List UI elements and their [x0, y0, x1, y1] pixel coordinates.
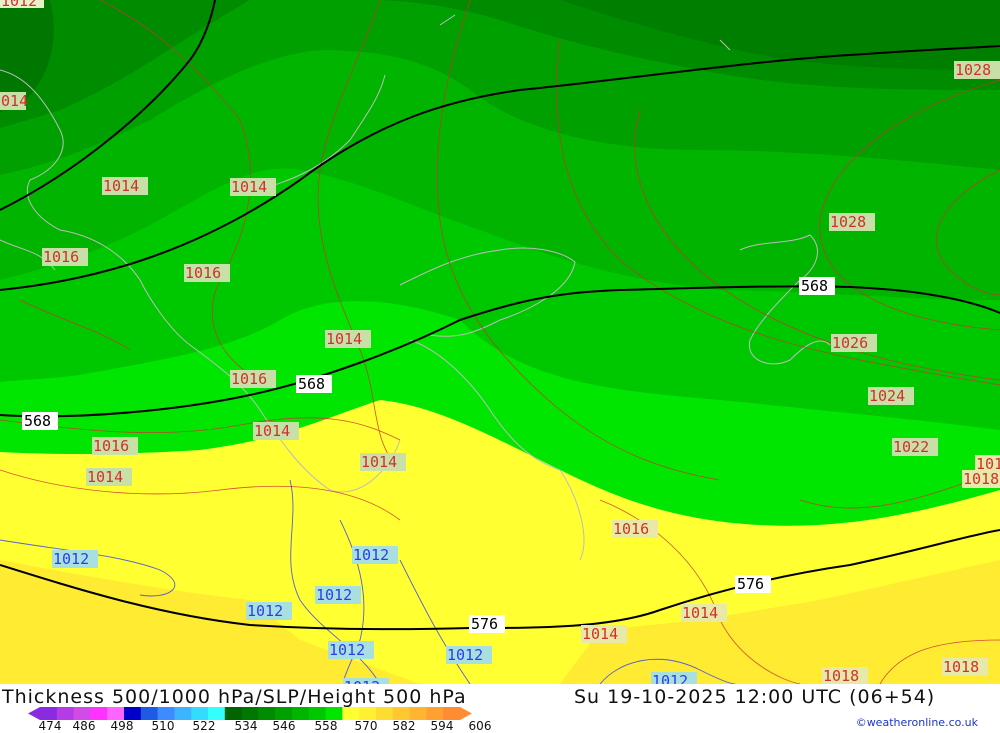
svg-text:1012: 1012 — [1, 0, 37, 10]
svg-text:1014: 1014 — [103, 177, 139, 195]
slp-label: 1014 — [230, 178, 276, 196]
slp-label: 1012 — [328, 641, 374, 659]
slp-label: 1018 — [822, 667, 868, 684]
scale-tick-label: 594 — [430, 719, 454, 733]
scale-tick-label: 510 — [151, 719, 175, 733]
slp-label: 1014 — [253, 422, 299, 440]
svg-text:1028: 1028 — [955, 61, 991, 79]
slp-label: 1016 — [612, 520, 658, 538]
svg-text:1012: 1012 — [53, 550, 89, 568]
slp-label: 1016 — [42, 248, 88, 266]
height-label: 568 — [801, 277, 828, 295]
credit-link[interactable]: ©weatheronline.co.uk — [856, 716, 978, 729]
scale-tick-label: 606 — [468, 719, 492, 733]
slp-label: 1016 — [92, 437, 138, 455]
slp-label: 1012 — [315, 586, 361, 604]
height-label: 568 — [298, 375, 325, 393]
svg-text:1028: 1028 — [830, 213, 866, 231]
scale-tick-label: 534 — [234, 719, 258, 733]
svg-text:1016: 1016 — [231, 370, 267, 388]
scale-tick-label: 474 — [38, 719, 62, 733]
scale-tick-label: 486 — [72, 719, 96, 733]
slp-label: 1014 — [325, 330, 371, 348]
slp-label: 1012 — [52, 550, 98, 568]
slp-label: 1018 — [942, 658, 988, 676]
slp-label: 1012 — [651, 672, 697, 684]
svg-text:1014: 1014 — [326, 330, 362, 348]
slp-label: 1018 — [975, 455, 1000, 473]
svg-text:1018: 1018 — [823, 667, 859, 684]
scale-tick-label: 558 — [314, 719, 338, 733]
slp-label: 1012 — [446, 646, 492, 664]
slp-label: 1028 — [829, 213, 875, 231]
slp-label: 1022 — [892, 438, 938, 456]
thickness-map: 568 568 568 576 576 1012 1014 1014 1014 … — [0, 0, 1000, 684]
svg-text:1014: 1014 — [87, 468, 123, 486]
slp-label: 1014 — [581, 625, 627, 643]
svg-text:1014: 1014 — [361, 453, 397, 471]
map-footer: Thickness 500/1000 hPa/SLP/Height 500 hP… — [0, 684, 1000, 733]
svg-text:1014: 1014 — [0, 92, 28, 110]
svg-text:1016: 1016 — [43, 248, 79, 266]
svg-text:1014: 1014 — [254, 422, 290, 440]
svg-text:1012: 1012 — [353, 546, 389, 564]
svg-text:1012: 1012 — [447, 646, 483, 664]
slp-label: 1016 — [230, 370, 276, 388]
svg-text:1012: 1012 — [316, 586, 352, 604]
svg-text:1022: 1022 — [893, 438, 929, 456]
svg-text:1016: 1016 — [185, 264, 221, 282]
svg-text:1012: 1012 — [329, 641, 365, 659]
scale-tick-label: 498 — [110, 719, 134, 733]
svg-text:1014: 1014 — [582, 625, 618, 643]
scale-tick-label: 582 — [392, 719, 416, 733]
scale-tick-label: 522 — [192, 719, 216, 733]
height-label: 576 — [737, 575, 764, 593]
svg-text:1012: 1012 — [247, 602, 283, 620]
svg-text:1018: 1018 — [976, 455, 1000, 473]
height-label: 576 — [471, 615, 498, 633]
slp-label: 1026 — [831, 334, 877, 352]
slp-label: 1028 — [954, 61, 1000, 79]
map-valid-time: Su 19-10-2025 12:00 UTC (06+54) — [574, 686, 936, 708]
svg-text:1026: 1026 — [832, 334, 868, 352]
slp-label: 1016 — [184, 264, 230, 282]
svg-text:1012: 1012 — [652, 672, 688, 684]
svg-text:1014: 1014 — [682, 604, 718, 622]
svg-text:1016: 1016 — [613, 520, 649, 538]
slp-label: 1014 — [360, 453, 406, 471]
scale-tick-label: 570 — [354, 719, 378, 733]
slp-label: 1012 — [246, 602, 292, 620]
weather-map-window: 568 568 568 576 576 1012 1014 1014 1014 … — [0, 0, 1000, 733]
svg-text:1016: 1016 — [93, 437, 129, 455]
scale-tick-label: 546 — [272, 719, 296, 733]
slp-label: 1014 — [681, 604, 727, 622]
height-label: 568 — [24, 412, 51, 430]
slp-label: 1014 — [86, 468, 132, 486]
svg-text:1018: 1018 — [943, 658, 979, 676]
slp-label: 1014 — [0, 92, 28, 110]
slp-label: 1012 — [352, 546, 398, 564]
svg-text:1014: 1014 — [231, 178, 267, 196]
color-scale-ticks: 474 486 498 510 522 534 546 558 570 582 594 606 — [0, 719, 1000, 733]
map-title: Thickness 500/1000 hPa/SLP/Height 500 hP… — [2, 686, 467, 708]
slp-label: 1024 — [868, 387, 914, 405]
slp-label: 1014 — [102, 177, 148, 195]
svg-text:1024: 1024 — [869, 387, 905, 405]
